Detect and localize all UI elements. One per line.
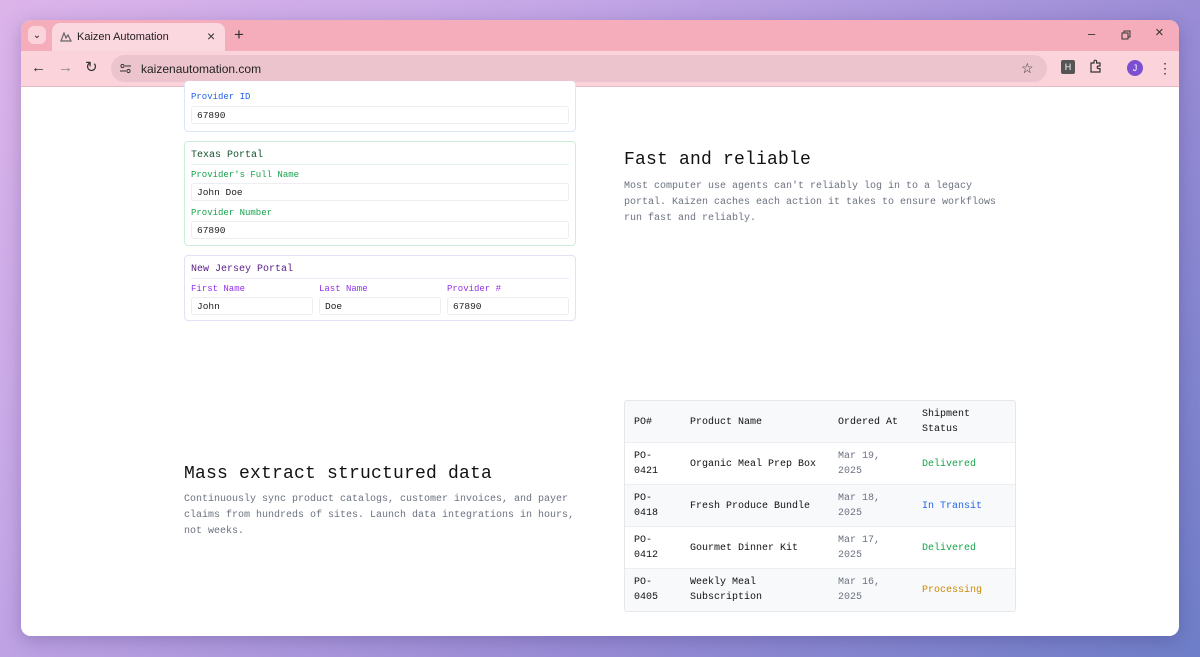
card-divider (191, 278, 569, 279)
tab-strip: ⌄ Kaizen Automation × + – × (21, 20, 1179, 51)
back-icon[interactable]: ← (31, 59, 46, 77)
product-cell: Organic Meal Prep Box (690, 458, 817, 470)
nj-provider-number-field[interactable]: 67890 (447, 297, 569, 315)
chevron-down-icon: ⌄ (32, 29, 42, 41)
nj-first-name-field[interactable]: John (191, 297, 313, 315)
status-badge: Delivered (922, 458, 977, 470)
ordered-cell: Mar 16, 2025 (838, 577, 881, 603)
po-cell: PO-0405 (634, 577, 659, 603)
texas-portal-card: Texas Portal Provider's Full Name John D… (184, 141, 576, 246)
reload-icon[interactable]: ↻ (85, 59, 98, 77)
status-badge: In Transit (922, 500, 983, 512)
address-bar[interactable]: kaizenautomation.com ☆ (111, 55, 1047, 82)
new-tab-button[interactable]: + (234, 26, 244, 44)
po-cell: PO-0421 (634, 451, 659, 477)
minimize-icon[interactable]: – (1088, 26, 1095, 42)
header-product: Product Name (690, 416, 763, 428)
provider-id-field[interactable]: 67890 (191, 106, 569, 124)
ordered-cell: Mar 18, 2025 (838, 493, 881, 519)
header-ordered: Ordered At (838, 416, 899, 428)
browser-window: ⌄ Kaizen Automation × + – × ← → ↻ kaizen… (21, 20, 1179, 636)
product-cell: Fresh Produce Bundle (690, 500, 811, 512)
kaizen-favicon-icon (60, 31, 72, 42)
table-row: PO-0405 Weekly Meal Subscription Mar 16,… (625, 569, 1015, 611)
site-settings-icon[interactable] (119, 62, 132, 75)
table-row: PO-0421 Organic Meal Prep Box Mar 19, 20… (625, 443, 1015, 485)
ordered-cell: Mar 19, 2025 (838, 451, 881, 477)
table-header-row: PO# Product Name Ordered At Shipment Sta… (625, 401, 1015, 443)
nj-first-name-label: First Name (191, 284, 246, 294)
po-cell: PO-0418 (634, 493, 659, 519)
page-content: Provider ID 67890 Texas Portal Provider'… (21, 81, 1179, 636)
profile-avatar[interactable]: J (1127, 60, 1143, 76)
product-cell: Weekly Meal Subscription (690, 577, 763, 603)
texas-provider-number-field[interactable]: 67890 (191, 221, 569, 239)
orders-table: PO# Product Name Ordered At Shipment Sta… (624, 400, 1016, 612)
header-status: Shipment Status (922, 409, 971, 435)
fast-reliable-heading: Fast and reliable (624, 150, 812, 170)
extension-h-icon[interactable]: H (1061, 60, 1075, 74)
nj-provider-number-label: Provider # (447, 284, 502, 294)
browser-menu-icon[interactable]: ⋮ (1158, 59, 1172, 77)
nj-last-name-label: Last Name (319, 284, 368, 294)
forward-icon[interactable]: → (58, 59, 73, 77)
mass-extract-heading: Mass extract structured data (184, 464, 493, 484)
new-jersey-portal-card: New Jersey Portal First Name John Last N… (184, 255, 576, 321)
status-badge: Processing (922, 584, 983, 596)
extensions-puzzle-icon[interactable] (1088, 59, 1103, 74)
po-cell: PO-0412 (634, 535, 659, 561)
tab-title: Kaizen Automation (77, 31, 169, 43)
card-divider (191, 164, 569, 165)
url-text: kaizenautomation.com (141, 62, 262, 76)
texas-full-name-field[interactable]: John Doe (191, 183, 569, 201)
active-tab[interactable]: Kaizen Automation × (52, 23, 225, 51)
texas-full-name-label: Provider's Full Name (191, 170, 300, 180)
provider-id-label: Provider ID (191, 92, 251, 102)
status-badge: Delivered (922, 542, 977, 554)
mass-extract-description: Continuously sync product catalogs, cust… (184, 494, 575, 537)
ordered-cell: Mar 17, 2025 (838, 535, 881, 561)
nj-last-name-field[interactable]: Doe (319, 297, 441, 315)
close-tab-icon[interactable]: × (207, 29, 215, 43)
close-window-icon[interactable]: × (1155, 25, 1164, 41)
product-cell: Gourmet Dinner Kit (690, 542, 799, 554)
texas-portal-title: Texas Portal (191, 150, 264, 161)
new-jersey-portal-title: New Jersey Portal (191, 264, 294, 275)
table-row: PO-0412 Gourmet Dinner Kit Mar 17, 2025 … (625, 527, 1015, 569)
table-row: PO-0418 Fresh Produce Bundle Mar 18, 202… (625, 485, 1015, 527)
tab-search-button[interactable]: ⌄ (28, 26, 46, 44)
header-po: PO# (634, 416, 653, 428)
restore-icon[interactable] (1121, 30, 1132, 41)
texas-provider-number-label: Provider Number (191, 208, 273, 218)
bookmark-star-icon[interactable]: ☆ (1021, 60, 1034, 77)
fast-reliable-description: Most computer use agents can't reliably … (624, 181, 997, 224)
provider-id-card: Provider ID 67890 (184, 81, 576, 132)
